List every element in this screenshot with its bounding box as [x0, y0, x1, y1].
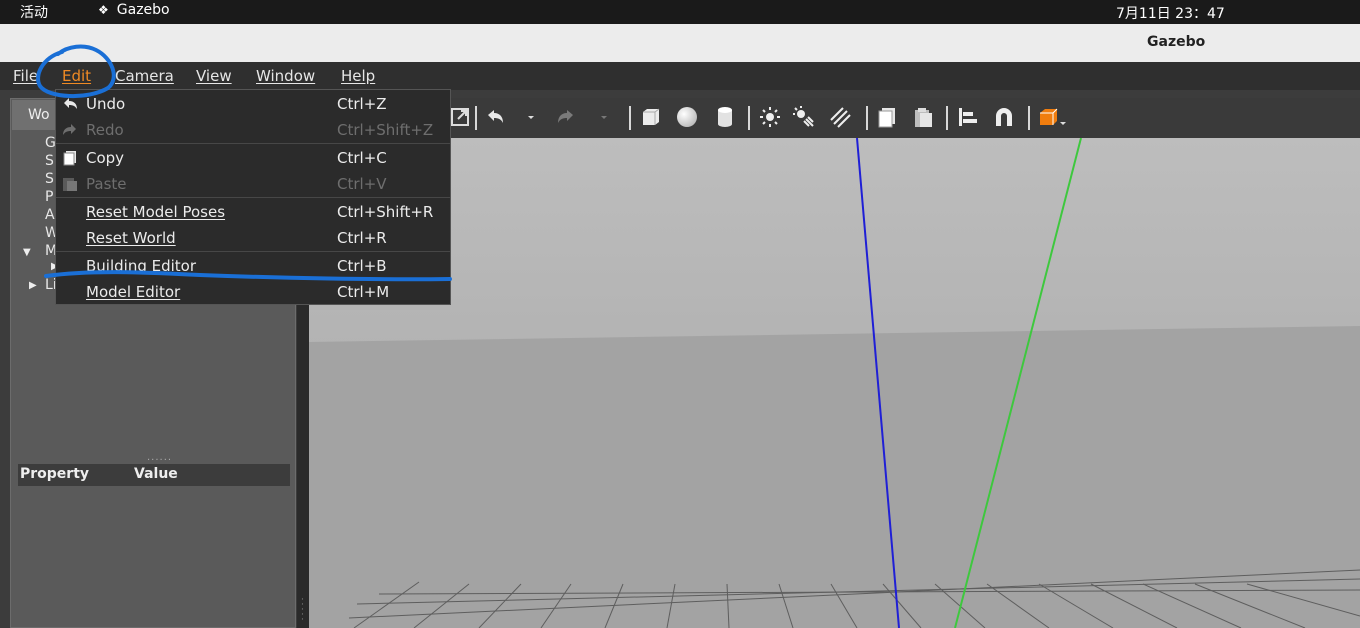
toolbar-separator: [946, 106, 948, 130]
window-title-bar: Gazebo: [0, 24, 1360, 62]
toolbar-separator: [748, 106, 750, 130]
menu-item-label: Reset World: [86, 229, 176, 247]
menu-item-label: Reset Model Poses: [86, 203, 226, 221]
app-menu[interactable]: ❖ Gazebo: [98, 2, 170, 18]
menu-item-shortcut: Ctrl+V: [337, 175, 387, 193]
tree-item-atmosphere[interactable]: A: [45, 207, 55, 223]
menu-view[interactable]: View: [196, 67, 232, 85]
app-name: Gazebo: [116, 2, 170, 18]
value-column-header: Value: [134, 466, 178, 482]
spot-light-icon[interactable]: [793, 106, 815, 128]
collapse-arrow-icon[interactable]: ▶: [29, 280, 37, 291]
menu-item-shortcut: Ctrl+R: [337, 229, 387, 247]
menu-camera[interactable]: Camera: [115, 67, 174, 85]
view-angle-icon[interactable]: [1037, 106, 1067, 128]
sphere-icon[interactable]: [676, 106, 698, 128]
menu-item-shortcut: Ctrl+Shift+Z: [337, 121, 434, 139]
menu-item-label: Paste: [86, 175, 127, 193]
window-title: Gazebo: [1147, 34, 1206, 50]
scale-icon[interactable]: [449, 106, 471, 128]
menu-item-shortcut: Ctrl+Shift+R: [337, 203, 434, 221]
menu-item-label: Model Editor: [86, 283, 181, 301]
undo-icon: [64, 98, 77, 109]
property-table-header: Property Value: [18, 464, 290, 486]
menu-item-building-editor[interactable]: Building Editor Ctrl+B: [56, 253, 450, 279]
splitter-grip-icon: · · · · ·: [301, 595, 304, 625]
cylinder-icon[interactable]: [714, 106, 736, 128]
redo-icon: [63, 124, 76, 135]
undo-dropdown-icon[interactable]: [525, 106, 537, 128]
menu-item-shortcut: Ctrl+Z: [337, 95, 387, 113]
copy-icon: [63, 151, 76, 166]
copy-icon[interactable]: [876, 106, 898, 128]
paste-icon[interactable]: [912, 106, 934, 128]
scene-canvas[interactable]: [309, 138, 1360, 628]
gazebo-app-icon: ❖: [98, 3, 109, 17]
sky: [309, 138, 1360, 348]
tree-item-spherical-coordinates[interactable]: S: [45, 171, 54, 187]
menu-item-label: Copy: [86, 149, 125, 167]
toolbar-separator: [1028, 106, 1030, 130]
menu-item-redo[interactable]: Redo Ctrl+Shift+Z: [56, 117, 450, 143]
activities-button[interactable]: 活动: [20, 2, 48, 22]
3d-viewport[interactable]: [309, 138, 1360, 628]
menu-bar: File Edit Camera View Window Help: [0, 62, 1360, 90]
menu-item-shortcut: Ctrl+M: [337, 283, 390, 301]
edit-menu-dropdown: Undo Ctrl+Z Redo Ctrl+Shift+Z Copy Ctrl+…: [55, 89, 451, 305]
menu-item-shortcut: Ctrl+B: [337, 257, 387, 275]
menu-item-undo[interactable]: Undo Ctrl+Z: [56, 91, 450, 117]
point-light-icon[interactable]: [759, 106, 781, 128]
panel-splitter-handle[interactable]: ......: [147, 452, 172, 463]
menu-item-label: Building Editor: [86, 257, 197, 275]
clock[interactable]: 7月11日 23：47: [1116, 3, 1225, 23]
menu-item-reset-world[interactable]: Reset World Ctrl+R: [56, 225, 450, 251]
redo-icon[interactable]: [555, 106, 577, 128]
paste-icon: [63, 178, 77, 191]
main-toolbar: [309, 98, 1360, 138]
menu-edit[interactable]: Edit: [62, 67, 91, 85]
menu-item-reset-model-poses[interactable]: Reset Model Poses Ctrl+Shift+R: [56, 199, 450, 225]
toolbar-separator: [866, 106, 868, 130]
redo-dropdown-icon[interactable]: [598, 106, 610, 128]
directional-light-icon[interactable]: [829, 106, 851, 128]
snap-icon[interactable]: [993, 106, 1015, 128]
menu-window[interactable]: Window: [256, 67, 315, 85]
toolbar-separator: [475, 106, 477, 130]
system-top-bar: 活动 ❖ Gazebo 7月11日 23：47: [0, 0, 1360, 24]
tree-item-scene[interactable]: S: [45, 153, 54, 169]
menu-item-shortcut: Ctrl+C: [337, 149, 387, 167]
menu-item-paste[interactable]: Paste Ctrl+V: [56, 171, 450, 197]
toolbar-separator: [629, 106, 631, 130]
property-column-header: Property: [20, 466, 90, 482]
menu-file[interactable]: File: [13, 67, 38, 85]
undo-icon[interactable]: [484, 106, 506, 128]
expand-arrow-icon[interactable]: ▼: [23, 247, 31, 258]
menu-item-model-editor[interactable]: Model Editor Ctrl+M: [56, 279, 450, 305]
tree-item-physics[interactable]: P: [45, 189, 53, 205]
menu-separator: [56, 143, 450, 144]
menu-separator: [56, 197, 450, 198]
menu-item-copy[interactable]: Copy Ctrl+C: [56, 145, 450, 171]
menu-help[interactable]: Help: [341, 67, 375, 85]
menu-separator: [56, 251, 450, 252]
menu-item-label: Redo: [86, 121, 124, 139]
align-icon[interactable]: [957, 106, 979, 128]
box-icon[interactable]: [640, 106, 662, 128]
menu-item-label: Undo: [86, 95, 126, 113]
